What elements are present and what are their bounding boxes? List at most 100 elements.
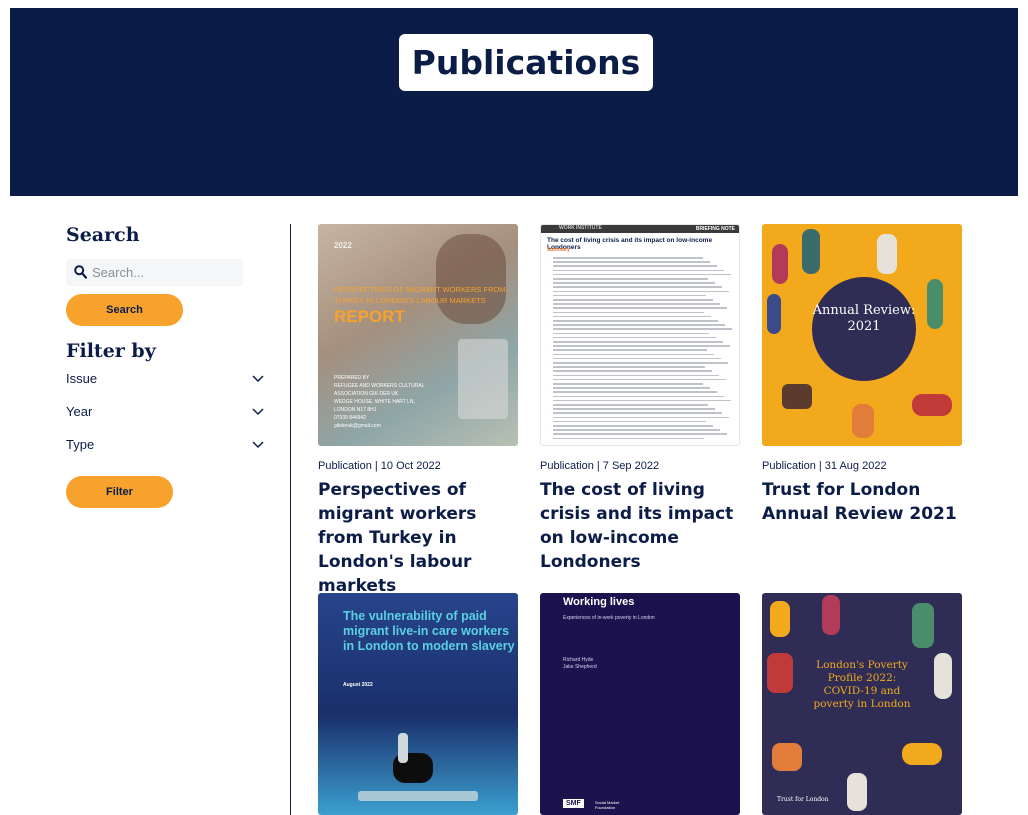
search-box (66, 259, 243, 286)
cover-text-line (553, 391, 717, 393)
cover-text-line (553, 357, 721, 360)
cover-text-line (553, 349, 707, 351)
cover-text-line (553, 332, 709, 335)
cover-heading: The cost of living crisis and its impact… (547, 237, 713, 251)
cover-brand: Trust for London (777, 796, 829, 803)
cover-text-line (553, 294, 706, 297)
search-button[interactable]: Search (66, 294, 183, 326)
cover-text-line (553, 328, 732, 330)
cover-text-line (553, 353, 714, 356)
cover-title: The vulnerability of paid migrant live-i… (343, 609, 515, 653)
publication-meta: Publication | 10 Oct 2022 (318, 460, 441, 472)
publication-cover-image[interactable]: 2022 Perspectives of migrant workers fro… (318, 224, 518, 446)
cover-text-line (553, 362, 728, 364)
filter-issue-dropdown[interactable]: Issue (66, 362, 264, 395)
publication-cover-image[interactable]: London's Poverty Profile 2022: COVID-19 … (762, 593, 962, 815)
cover-text-line (553, 387, 710, 389)
sidebar-divider (290, 224, 291, 815)
cover-text-line (553, 404, 708, 406)
cover-text-line (553, 307, 727, 309)
filter-button[interactable]: Filter (66, 476, 173, 508)
publication-meta: Publication | 31 Aug 2022 (762, 460, 887, 472)
publication-meta: Publication | 7 Sep 2022 (540, 460, 660, 472)
search-icon (74, 265, 87, 279)
cover-banner-text: BRIEFING NOTE (695, 226, 735, 232)
filter-label: Type (66, 437, 95, 452)
publication-title-link[interactable]: Perspectives of migrant workers from Tur… (318, 478, 518, 598)
cover-title: London's Poverty Profile 2022: COVID-19 … (813, 659, 911, 710)
cover-text-line (553, 265, 717, 267)
cover-title: Working lives (563, 596, 635, 608)
cover-text-line (553, 315, 711, 318)
cover-text-line (553, 420, 706, 423)
filter-year-dropdown[interactable]: Year (66, 395, 264, 428)
publication-card[interactable]: BRIEFING NOTE WORK INSTITUTE The cost of… (540, 224, 740, 574)
cover-text-line (553, 374, 719, 377)
cover-text-line (553, 416, 729, 419)
cover-text-line (553, 383, 703, 385)
cover-text-line (553, 425, 713, 427)
cover-text-line (553, 290, 729, 293)
chevron-down-icon (252, 374, 264, 382)
filter-label: Year (66, 404, 93, 419)
publication-title-link[interactable]: Trust for London Annual Review 2021 (762, 478, 962, 526)
filter-label: Issue (66, 371, 98, 386)
cover-text-line (553, 429, 720, 431)
publication-card[interactable]: Annual Review: 2021 Publication | 31 Aug… (762, 224, 962, 526)
chevron-down-icon (252, 407, 264, 415)
cover-text-line (553, 273, 731, 276)
cover-circle-text: Annual Review: 2021 (812, 303, 916, 334)
cover-text-line (553, 278, 708, 280)
cover-text-line (553, 399, 731, 402)
cover-section: Summary (547, 247, 570, 253)
search-heading: Search (66, 224, 140, 246)
sidebar: Search Search Filter by Issue Year Type … (66, 224, 276, 508)
cover-text-line (553, 378, 726, 381)
cover-text-line (553, 437, 704, 440)
publication-cover-image[interactable]: Annual Review: 2021 (762, 224, 962, 446)
page-header-banner: Publications (10, 8, 1018, 196)
publication-cover-image[interactable]: BRIEFING NOTE WORK INSTITUTE The cost of… (540, 224, 740, 446)
publication-card[interactable]: The vulnerability of paid migrant live-i… (318, 593, 518, 815)
publication-cover-image[interactable]: The vulnerability of paid migrant live-i… (318, 593, 518, 815)
filter-type-dropdown[interactable]: Type (66, 428, 264, 461)
cover-text-line (553, 370, 712, 372)
cover-text-line (553, 395, 724, 398)
cover-text-line (553, 261, 710, 263)
cover-text-line (553, 341, 723, 343)
publication-cover-image[interactable]: Working lives Experiences of in-work pov… (540, 593, 740, 815)
cover-text-line (553, 286, 722, 288)
cover-authors: Richard Hyde Jake Shepherd (563, 657, 597, 670)
cover-org: WORK INSTITUTE (559, 225, 602, 231)
cover-date: August 2022 (343, 682, 373, 688)
cover-details: PREPARED BY REFUGEE AND WORKERS CULTURAL… (334, 375, 425, 429)
publication-card[interactable]: London's Poverty Profile 2022: COVID-19 … (762, 593, 962, 815)
cover-text-line (553, 324, 725, 326)
cover-text-line (553, 408, 715, 410)
cover-text-line (553, 299, 713, 301)
cover-text-line (553, 311, 704, 314)
cover-text-line (553, 412, 722, 414)
chevron-down-icon (252, 440, 264, 448)
cover-subtitle: Experiences of in-work poverty in London (563, 615, 655, 621)
cover-text-line (553, 345, 730, 347)
filter-heading: Filter by (66, 340, 156, 362)
cover-text-line (553, 366, 705, 368)
cover-text-line (553, 257, 703, 259)
cover-year: 2022 (334, 241, 352, 250)
cover-report-label: REPORT (334, 307, 405, 326)
cover-text-line (553, 320, 718, 322)
cover-text-line (553, 269, 724, 272)
cover-text-line (553, 336, 716, 339)
publication-title-link[interactable]: The cost of living crisis and its impact… (540, 478, 740, 574)
smf-logo: SMF (563, 799, 584, 808)
page-title: Publications (399, 34, 653, 91)
publication-card[interactable]: 2022 Perspectives of migrant workers fro… (318, 224, 518, 598)
cover-text-line (553, 303, 720, 305)
search-input[interactable] (92, 259, 240, 286)
cover-title: Perspectives of migrant workers from Tur… (334, 285, 506, 305)
cover-text-line (553, 433, 727, 435)
cover-text-line (553, 282, 715, 284)
publication-card[interactable]: Working lives Experiences of in-work pov… (540, 593, 740, 815)
smf-logo-subtitle: Social Market Foundation (595, 800, 620, 810)
